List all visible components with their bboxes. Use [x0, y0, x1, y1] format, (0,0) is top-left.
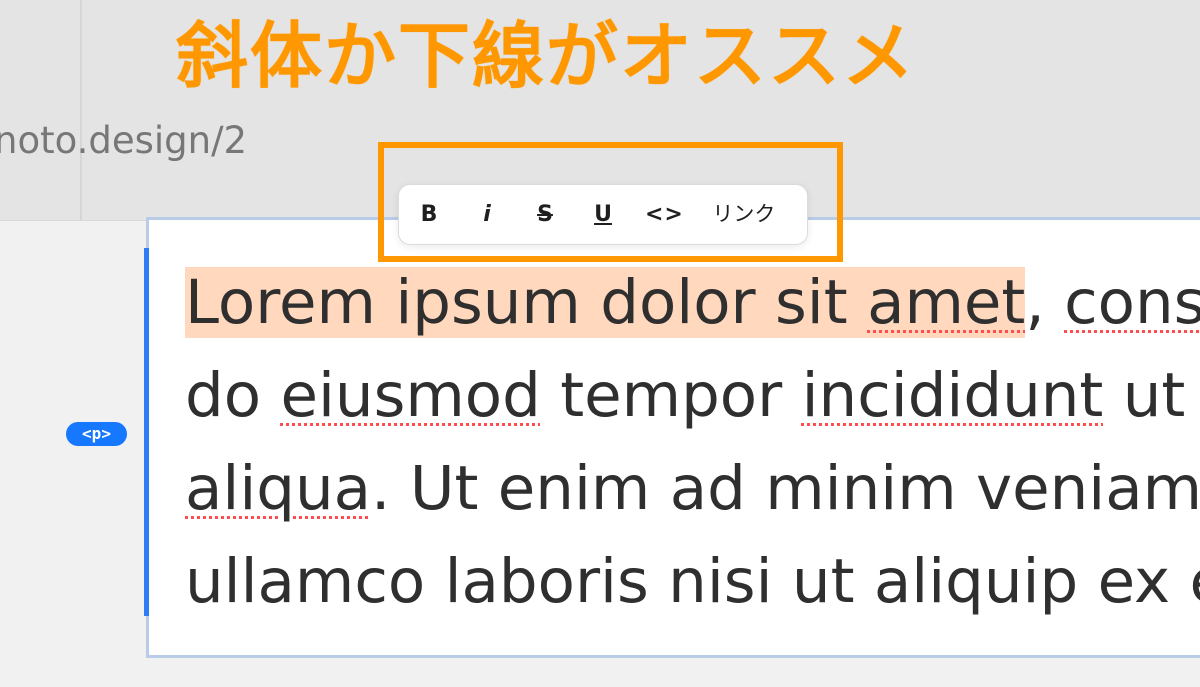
code-button[interactable]: <> — [645, 195, 684, 235]
selected-text-plain: Lorem ipsum dolor sit — [185, 267, 868, 338]
text-segment: , — [1025, 267, 1065, 338]
spellcheck-word: eiusmod — [280, 360, 541, 431]
underline-icon: U — [594, 201, 612, 227]
url-text: noto.design/2 — [0, 119, 248, 162]
italic-button[interactable]: i — [471, 195, 503, 235]
paragraph-block[interactable]: Lorem ipsum dolor sit amet, cons do eius… — [146, 217, 1200, 658]
top-divider — [80, 0, 82, 220]
selected-text[interactable]: Lorem ipsum dolor sit amet — [185, 267, 1026, 338]
editor-screenshot: noto.design/2 斜体か下線がオススメ B i S U <> リンク … — [0, 0, 1200, 687]
spellcheck-word: cons — [1064, 267, 1200, 338]
paragraph-tag-badge: <p> — [66, 422, 127, 446]
bold-icon: B — [420, 201, 438, 227]
text-line: aliqua. Ut enim ad minim veniam, — [185, 442, 1200, 535]
italic-icon: i — [483, 201, 491, 227]
strikethrough-icon: S — [537, 201, 553, 227]
text-segment: ut — [1103, 360, 1186, 431]
spellcheck-word: aliqua — [185, 453, 372, 524]
bold-button[interactable]: B — [413, 195, 445, 235]
underline-button[interactable]: U — [587, 195, 619, 235]
annotation-title: 斜体か下線がオススメ — [176, 14, 917, 98]
spellcheck-word: incididunt — [801, 360, 1104, 431]
text-line: Lorem ipsum dolor sit amet, cons — [185, 256, 1200, 349]
link-button[interactable]: リンク — [710, 195, 778, 235]
paragraph-text[interactable]: Lorem ipsum dolor sit amet, cons do eius… — [185, 256, 1200, 628]
text-segment: . Ut enim ad minim veniam, — [371, 453, 1200, 524]
formatting-toolbar: B i S U <> リンク — [398, 184, 808, 245]
text-line: ullamco laboris nisi ut aliquip ex e — [185, 546, 1200, 617]
active-block-indicator — [144, 248, 149, 616]
text-segment: tempor — [540, 360, 802, 431]
text-line: do eiusmod tempor incididunt ut — [185, 349, 1200, 442]
code-icon: <> — [645, 201, 684, 227]
spellcheck-word: amet — [867, 267, 1026, 338]
text-segment: do — [185, 360, 281, 431]
strikethrough-button[interactable]: S — [529, 195, 561, 235]
